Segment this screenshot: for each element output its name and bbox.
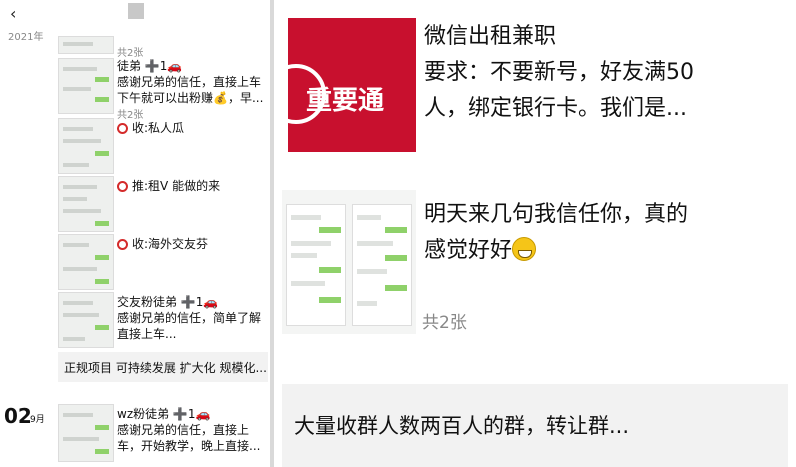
post-text-line: 感觉好好	[424, 236, 537, 266]
post-text-line: 直接上车...	[117, 327, 177, 341]
post-text-line: 下午就可以出粉赚💰，早...	[117, 91, 264, 105]
moments-right-column: 重要通 微信出租兼职 要求：不要新号，好友满50 人，绑定银行卡。我们是... …	[274, 0, 796, 467]
post-text-line: 感谢兄弟的信任，直接上	[117, 423, 250, 437]
post-text-line: 要求：不要新号，好友满50	[424, 60, 694, 85]
post-text-value: 推:租V 能做的来	[132, 179, 221, 193]
post-thumbnail[interactable]	[58, 58, 114, 114]
image-text: 重要通	[306, 86, 385, 116]
back-chevron-left-icon[interactable]: ‹	[10, 4, 16, 23]
image-count: 共2张	[117, 48, 144, 59]
year-label: 2021年	[8, 32, 44, 43]
header-avatar	[128, 3, 144, 19]
image-count: 共2张	[117, 110, 144, 121]
post-text-line: 感谢兄弟的信任，简单了解	[117, 311, 262, 325]
post-text: 收:私人瓜	[117, 120, 184, 136]
post-text-line: 微信出租兼职	[424, 24, 557, 49]
post-text-value: 感觉好好	[424, 238, 513, 263]
post-thumbnail[interactable]	[58, 234, 114, 290]
post-text: 收:海外交友芬	[117, 236, 208, 252]
red-circle-icon	[117, 181, 128, 192]
image-count: 共2张	[422, 313, 467, 333]
date-day: 02	[4, 404, 32, 428]
post-text-box[interactable]: 大量收群人数两百人的群，转让群...	[282, 384, 788, 467]
post-thumbnail[interactable]	[58, 176, 114, 232]
post-text-line: 明天来几句我信任你，真的	[424, 202, 689, 227]
post-thumbnail[interactable]	[58, 404, 114, 462]
grinning-face-icon	[512, 237, 537, 261]
post-text-value: 大量收群人数两百人的群，转让群...	[294, 414, 630, 438]
post-text-line: 感谢兄弟的信任，直接上车	[117, 75, 262, 89]
date-month: 9月	[30, 415, 45, 425]
post-text-line: 人，绑定银行卡。我们是...	[424, 96, 687, 121]
post-title: wz粉徒弟 ➕1🚗	[117, 407, 211, 421]
post-thumbnail[interactable]	[58, 292, 114, 348]
shared-link-banner[interactable]: 正规项目 可持续发展 扩大化 规模化...	[58, 352, 268, 382]
post-image-important-notice[interactable]: 重要通	[288, 18, 416, 152]
post-title: 徒弟 ➕1🚗	[117, 59, 183, 73]
red-circle-icon	[117, 123, 128, 134]
post-title: 交友粉徒弟 ➕1🚗	[117, 295, 219, 309]
post-screenshots[interactable]	[282, 190, 416, 334]
post-text-line: 车，开始教学，晚上直接...	[117, 439, 261, 453]
red-circle-icon	[117, 239, 128, 250]
post-text-value: 收:海外交友芬	[132, 237, 209, 251]
banner-text: 正规项目 可持续发展 扩大化 规模化...	[64, 361, 267, 375]
post-thumbnail[interactable]	[58, 36, 114, 54]
post-text-value: 收:私人瓜	[132, 121, 185, 135]
post-thumbnail[interactable]	[58, 118, 114, 174]
moments-left-column: ‹ 2021年 共2张 徒弟 ➕1🚗 感谢兄弟的信任，直接上车 下午就可以出粉赚…	[0, 0, 270, 467]
post-text: 推:租V 能做的来	[117, 178, 220, 194]
